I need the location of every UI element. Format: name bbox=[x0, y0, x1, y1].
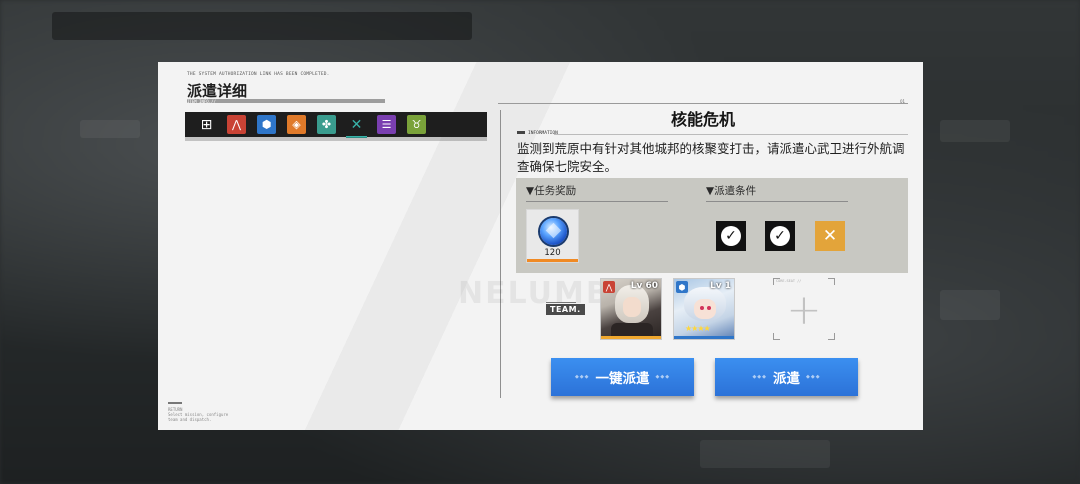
character-level: Lv 60 bbox=[630, 281, 658, 291]
team-member-1[interactable]: ⋀ Lv 60 bbox=[600, 278, 662, 340]
add-member-icon: + bbox=[786, 284, 822, 334]
teal-faction-icon[interactable]: ✤ bbox=[317, 115, 336, 134]
character-level: Lv 1 bbox=[710, 281, 731, 291]
background-element bbox=[700, 440, 830, 468]
dispatch-detail-panel: THE SYSTEM AUTHORIZATION LINK HAS BEEN C… bbox=[158, 62, 923, 430]
check-icon: ✓ bbox=[721, 226, 741, 246]
reward-rarity-stripe bbox=[527, 259, 578, 262]
header-divider bbox=[498, 103, 908, 104]
faction-requirement-icon: ✕ bbox=[822, 226, 838, 246]
page-number: 01 bbox=[900, 99, 906, 104]
dispatch-button[interactable]: ◆◆◆ 派遣 ◆◆◆ bbox=[715, 358, 858, 396]
check-icon: ✓ bbox=[770, 226, 790, 246]
crystal-gem-icon bbox=[540, 218, 567, 245]
reward-count: 120 bbox=[544, 248, 561, 258]
rarity-stripe bbox=[674, 336, 734, 339]
background-element bbox=[940, 290, 1000, 320]
red-faction-icon[interactable]: ⋀ bbox=[227, 115, 246, 134]
team-label-line bbox=[546, 302, 576, 303]
title-underline bbox=[187, 99, 385, 103]
condition-met-2: ✓ bbox=[765, 221, 795, 251]
red-faction-icon: ⋀ bbox=[603, 281, 615, 293]
mission-description: 监测到荒原中有针对其他城邦的核聚变打击，请派遣心武卫进行外航调查确保七院安全。 bbox=[517, 141, 905, 174]
green-faction-icon[interactable]: ✕ bbox=[346, 115, 367, 138]
background-element bbox=[940, 120, 1010, 142]
footer-text: RETURN Select mission, configure team an… bbox=[168, 407, 229, 422]
title-subtext: ITEM INFO.// bbox=[187, 99, 216, 104]
information-label: INFORMATION bbox=[517, 131, 558, 136]
quick-dispatch-button[interactable]: ◆◆◆ 一键派遣 ◆◆◆ bbox=[551, 358, 694, 396]
blue-faction-icon[interactable]: ⬢ bbox=[257, 115, 276, 134]
vertical-divider bbox=[500, 110, 501, 398]
lime-faction-icon[interactable]: ♉ bbox=[407, 115, 426, 134]
condition-faction-requirement: ✕ bbox=[815, 221, 845, 251]
footer-mark bbox=[168, 402, 182, 404]
filter-bar-shadow bbox=[185, 137, 487, 141]
purple-faction-icon[interactable]: ☰ bbox=[377, 115, 396, 134]
background-element bbox=[80, 120, 140, 138]
conditions-heading: ▼派遣条件 bbox=[706, 183, 848, 202]
mission-title: 核能危机 bbox=[670, 110, 735, 129]
reward-item[interactable]: 120 bbox=[526, 209, 579, 263]
rarity-stripe bbox=[601, 336, 661, 339]
rewards-conditions-box: ▼任务奖励 ▼派遣条件 120 ✓ ✓ ✕ bbox=[516, 178, 908, 273]
panel-title: 派遣详细 bbox=[187, 82, 248, 100]
faction-filter-bar: ⊞ ⋀ ⬢ ◈ ✤ ✕ ☰ ♉ bbox=[185, 112, 487, 138]
team-label: TEAM. bbox=[546, 304, 585, 315]
system-status-text: THE SYSTEM AUTHORIZATION LINK HAS BEEN C… bbox=[187, 72, 330, 77]
team-member-2[interactable]: ⬢ Lv 1 ★★★★ bbox=[673, 278, 735, 340]
empty-team-slot[interactable]: CORE-SEAT // + bbox=[773, 278, 835, 340]
information-divider bbox=[554, 134, 908, 135]
grid-icon[interactable]: ⊞ bbox=[197, 115, 216, 134]
rewards-heading: ▼任务奖励 bbox=[526, 183, 668, 202]
blue-faction-icon: ⬢ bbox=[676, 281, 688, 293]
condition-met-1: ✓ bbox=[716, 221, 746, 251]
orange-faction-icon[interactable]: ◈ bbox=[287, 115, 306, 134]
background-top-bar bbox=[52, 12, 472, 40]
star-rating: ★★★★ bbox=[685, 324, 711, 333]
